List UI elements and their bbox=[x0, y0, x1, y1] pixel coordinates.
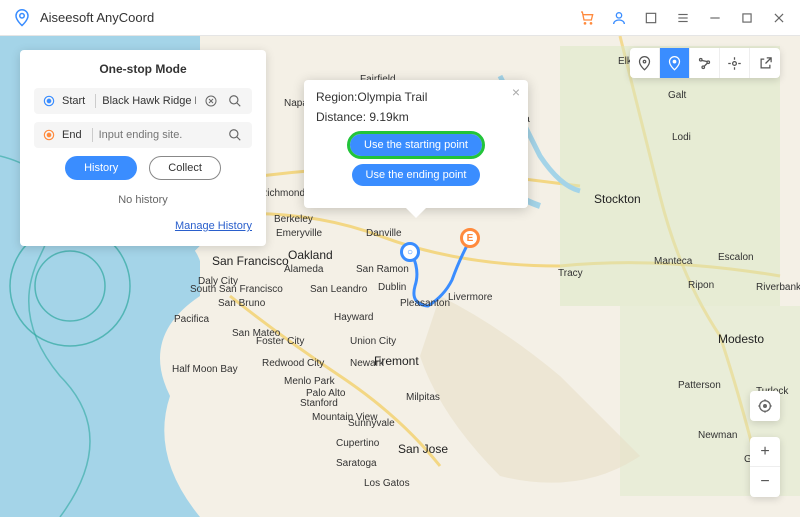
close-icon[interactable] bbox=[770, 9, 788, 27]
end-input[interactable] bbox=[99, 129, 220, 141]
app-title: Aiseesoft AnyCoord bbox=[40, 10, 578, 25]
one-stop-panel: One-stop Mode Start End bbox=[20, 50, 266, 246]
end-pin-icon[interactable]: E bbox=[460, 228, 480, 248]
no-history-text: No history bbox=[34, 194, 252, 206]
tooltip-distance: Distance: 9.19km bbox=[316, 110, 516, 124]
zoom-controls: + − bbox=[750, 437, 780, 497]
app-logo-icon bbox=[12, 8, 32, 28]
search-start-icon[interactable] bbox=[226, 92, 244, 110]
map-canvas[interactable]: NapaFairfieldElk GroveGaltLodiStocktonTr… bbox=[0, 36, 800, 517]
location-tooltip: × Region:Olympia Trail Distance: 9.19km … bbox=[304, 80, 528, 208]
mode-export-icon[interactable] bbox=[750, 48, 780, 78]
recenter-button[interactable] bbox=[750, 391, 780, 421]
user-icon[interactable] bbox=[610, 9, 628, 27]
history-button[interactable]: History bbox=[65, 156, 137, 180]
maximize-icon[interactable] bbox=[738, 9, 756, 27]
end-label: End bbox=[62, 129, 82, 141]
title-bar: Aiseesoft AnyCoord bbox=[0, 0, 800, 36]
mode-joystick-icon[interactable] bbox=[720, 48, 750, 78]
end-marker-icon bbox=[42, 128, 56, 142]
minimize-icon[interactable] bbox=[706, 9, 724, 27]
start-input-row: Start bbox=[34, 88, 252, 114]
start-label: Start bbox=[62, 95, 85, 107]
search-end-icon[interactable] bbox=[226, 126, 244, 144]
manage-history-link[interactable]: Manage History bbox=[34, 220, 252, 232]
start-pin-icon[interactable]: ○ bbox=[400, 242, 420, 262]
zoom-out-button[interactable]: − bbox=[750, 467, 780, 497]
end-input-row: End bbox=[34, 122, 252, 148]
collect-button[interactable]: Collect bbox=[149, 156, 221, 180]
use-starting-point-button[interactable]: Use the starting point bbox=[350, 134, 482, 156]
window-restore-icon[interactable] bbox=[642, 9, 660, 27]
panel-title: One-stop Mode bbox=[34, 62, 252, 76]
start-input[interactable] bbox=[102, 95, 196, 107]
zoom-in-button[interactable]: + bbox=[750, 437, 780, 467]
cart-icon[interactable] bbox=[578, 9, 596, 27]
mode-toolbar bbox=[630, 48, 780, 78]
tooltip-region: Region:Olympia Trail bbox=[316, 90, 516, 104]
use-ending-point-button[interactable]: Use the ending point bbox=[352, 164, 481, 186]
menu-icon[interactable] bbox=[674, 9, 692, 27]
start-marker-icon bbox=[42, 94, 56, 108]
mode-onestop-icon[interactable] bbox=[660, 48, 690, 78]
tooltip-close-icon[interactable]: × bbox=[512, 84, 520, 100]
mode-multistop-icon[interactable] bbox=[690, 48, 720, 78]
mode-pin-icon[interactable] bbox=[630, 48, 660, 78]
clear-start-icon[interactable] bbox=[202, 92, 220, 110]
